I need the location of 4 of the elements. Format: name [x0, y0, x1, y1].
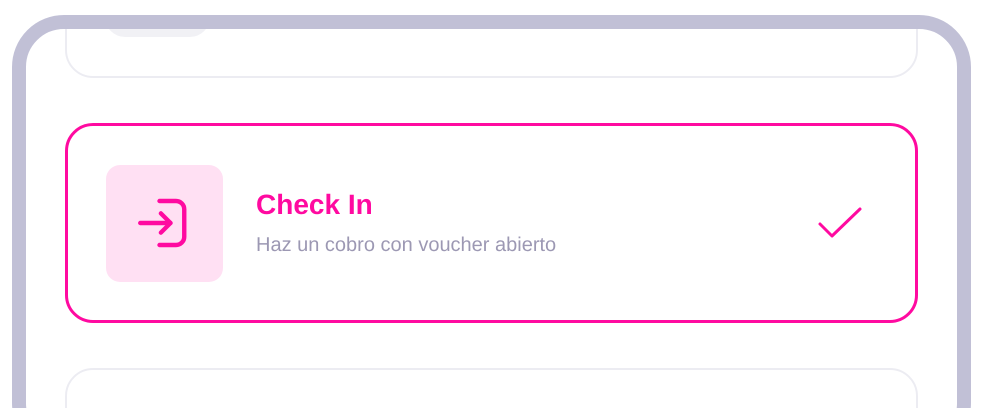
option-title: Check In	[256, 188, 374, 222]
check-icon	[817, 206, 863, 240]
option-subtitle: Haz un cobro con voucher abierto	[256, 232, 558, 258]
option-card[interactable]: Check In Haz un cobro con voucher abierto	[65, 123, 918, 323]
